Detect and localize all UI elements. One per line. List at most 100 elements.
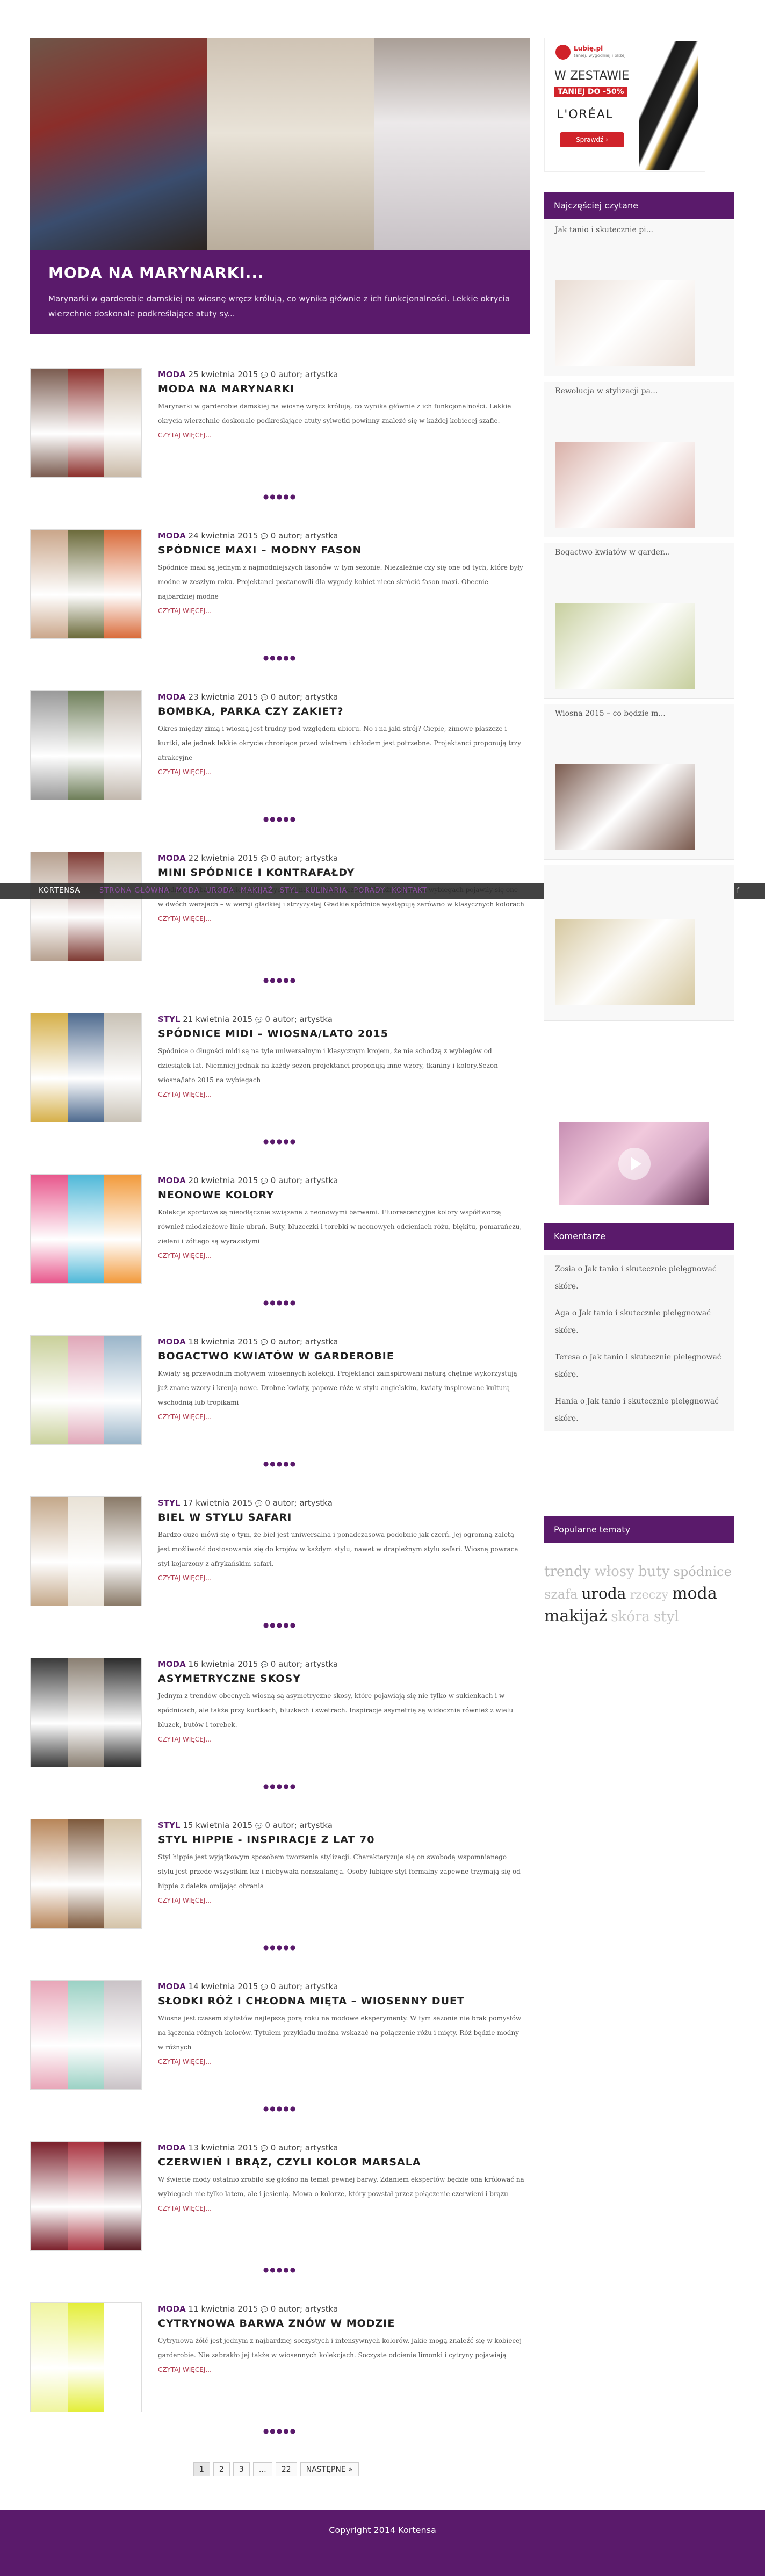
tag-link[interactable]: buty: [638, 1564, 670, 1580]
tag-link[interactable]: rzeczy: [630, 1588, 668, 1602]
tag-link[interactable]: uroda: [582, 1585, 626, 1602]
post-comment-count[interactable]: 0: [271, 2304, 276, 2314]
post-thumbnail[interactable]: [30, 2302, 142, 2412]
nav-item[interactable]: PORADY: [353, 887, 385, 895]
tag-link[interactable]: styl: [654, 1609, 679, 1625]
comment-item[interactable]: Aga o Jak tanio i skutecznie pielęgnować…: [544, 1299, 734, 1343]
nav-item[interactable]: KULINARIA: [305, 887, 347, 895]
recent-post-item[interactable]: Wiosna 2015 – co będzie m...: [544, 704, 734, 860]
post-title[interactable]: STYL HIPPIE - INSPIRACJE Z LAT 70: [158, 1834, 524, 1846]
hero-title[interactable]: MODA NA MARYNARKI...: [48, 264, 511, 282]
post-thumbnail[interactable]: [30, 2141, 142, 2251]
post-category[interactable]: MODA: [158, 531, 186, 541]
post-title[interactable]: SŁODKI RÓŻ I CHŁODNA MIĘTA – WIOSENNY DU…: [158, 1995, 524, 2007]
read-more-link[interactable]: CZYTAJ WIĘCEJ...: [158, 1413, 212, 1421]
nav-item[interactable]: MAKIJAŻ: [241, 887, 273, 895]
video-embed[interactable]: [559, 1122, 709, 1205]
post-thumbnail[interactable]: [30, 852, 142, 961]
post-author[interactable]: autor; artystka: [273, 1014, 333, 1024]
post-author[interactable]: autor; artystka: [278, 370, 338, 379]
post-title[interactable]: MINI SPÓDNICE I KONTRAFAŁDY: [158, 867, 524, 879]
comment-item[interactable]: Zosia o Jak tanio i skutecznie pielęgnow…: [544, 1255, 734, 1299]
post-title[interactable]: CYTRYNOWA BARWA ZNÓW W MODZIE: [158, 2318, 524, 2329]
post-author[interactable]: autor; artystka: [278, 2143, 338, 2153]
recent-post-image[interactable]: [555, 442, 695, 528]
recent-post-item[interactable]: Jak tanio i skutecznie pi...: [544, 220, 734, 376]
recent-post-item[interactable]: Bogactwo kwiatów w garder...: [544, 543, 734, 699]
post-comment-count[interactable]: 0: [271, 2143, 276, 2153]
page-link[interactable]: 3: [233, 2462, 250, 2476]
read-more-link[interactable]: CZYTAJ WIĘCEJ...: [158, 607, 212, 615]
post-comment-count[interactable]: 0: [271, 1659, 276, 1669]
tag-link[interactable]: makijaż: [544, 1607, 607, 1625]
post-category[interactable]: STYL: [158, 1014, 180, 1024]
post-author[interactable]: autor; artystka: [278, 853, 338, 863]
nav-item[interactable]: URODA: [206, 887, 234, 895]
post-title[interactable]: NEONOWE KOLORY: [158, 1189, 524, 1201]
read-more-link[interactable]: CZYTAJ WIĘCEJ...: [158, 1091, 212, 1098]
post-author[interactable]: autor; artystka: [273, 1821, 333, 1830]
read-more-link[interactable]: CZYTAJ WIĘCEJ...: [158, 431, 212, 439]
post-thumbnail[interactable]: [30, 368, 142, 478]
nav-item[interactable]: STRONA GŁÓWNA: [99, 887, 169, 895]
post-comment-count[interactable]: 0: [271, 1337, 276, 1347]
next-page-button[interactable]: NASTĘPNE »: [300, 2462, 359, 2476]
post-title[interactable]: CZERWIEŃ I BRĄZ, CZYLI KOLOR MARSALA: [158, 2156, 524, 2168]
post-title[interactable]: BIEL W STYLU SAFARI: [158, 1512, 524, 1523]
post-category[interactable]: MODA: [158, 370, 186, 379]
post-author[interactable]: autor; artystka: [278, 1982, 338, 1991]
recent-post-title[interactable]: Jak tanio i skutecznie pi...: [544, 220, 734, 244]
post-thumbnail[interactable]: [30, 1496, 142, 1606]
post-comment-count[interactable]: 0: [265, 1498, 270, 1508]
post-category[interactable]: STYL: [158, 1498, 180, 1508]
read-more-link[interactable]: CZYTAJ WIĘCEJ...: [158, 915, 212, 923]
tag-link[interactable]: włosy: [594, 1564, 634, 1580]
post-category[interactable]: MODA: [158, 1659, 186, 1669]
post-comment-count[interactable]: 0: [271, 1176, 276, 1185]
post-comment-count[interactable]: 0: [271, 692, 276, 702]
play-icon[interactable]: [618, 1148, 651, 1180]
post-category[interactable]: MODA: [158, 2143, 186, 2153]
post-thumbnail[interactable]: [30, 1174, 142, 1284]
hero-slider[interactable]: MODA NA MARYNARKI... Marynarki w gardero…: [30, 38, 530, 334]
post-title[interactable]: BOGACTWO KWIATÓW W GARDEROBIE: [158, 1350, 524, 1362]
post-author[interactable]: autor; artystka: [278, 1176, 338, 1185]
hero-caption[interactable]: MODA NA MARYNARKI... Marynarki w gardero…: [30, 250, 530, 334]
ad-check-button[interactable]: Sprawdź ›: [560, 132, 624, 147]
post-title[interactable]: SPÓDNICE MAXI – MODNY FASON: [158, 544, 524, 556]
facebook-icon[interactable]: f: [737, 887, 739, 895]
post-comment-count[interactable]: 0: [271, 853, 276, 863]
nav-item[interactable]: STYL: [280, 887, 299, 895]
page-link[interactable]: 1: [193, 2462, 210, 2476]
post-author[interactable]: autor; artystka: [278, 1337, 338, 1347]
post-thumbnail[interactable]: [30, 1335, 142, 1445]
post-thumbnail[interactable]: [30, 1980, 142, 2090]
page-link[interactable]: 2: [213, 2462, 230, 2476]
read-more-link[interactable]: CZYTAJ WIĘCEJ...: [158, 1897, 212, 1904]
sidebar-ad[interactable]: Lubię.pl taniej, wygodniej i bliżej W ZE…: [544, 38, 705, 172]
tag-link[interactable]: skóra: [611, 1609, 650, 1625]
post-title[interactable]: BOMBKA, PARKA CZY ZAKIET?: [158, 706, 524, 717]
comment-item[interactable]: Teresa o Jak tanio i skutecznie pielęgno…: [544, 1343, 734, 1387]
read-more-link[interactable]: CZYTAJ WIĘCEJ...: [158, 1736, 212, 1743]
post-author[interactable]: autor; artystka: [278, 1659, 338, 1669]
tag-link[interactable]: spódnice: [674, 1564, 732, 1579]
post-author[interactable]: autor; artystka: [273, 1498, 333, 1508]
nav-item[interactable]: MODA: [176, 887, 199, 895]
post-author[interactable]: autor; artystka: [278, 692, 338, 702]
tag-link[interactable]: szafa: [544, 1587, 578, 1602]
post-comment-count[interactable]: 0: [265, 1821, 270, 1830]
tag-link[interactable]: moda: [672, 1584, 717, 1603]
recent-post-item[interactable]: Rewolucja w stylizacji pa...: [544, 382, 734, 537]
post-category[interactable]: MODA: [158, 853, 186, 863]
post-thumbnail[interactable]: [30, 1819, 142, 1929]
post-comment-count[interactable]: 0: [271, 370, 276, 379]
nav-brand[interactable]: KORTENSA: [39, 883, 80, 899]
tag-link[interactable]: trendy: [544, 1564, 590, 1580]
recent-post-image[interactable]: [555, 919, 695, 1005]
read-more-link[interactable]: CZYTAJ WIĘCEJ...: [158, 1252, 212, 1260]
comment-item[interactable]: Hania o Jak tanio i skutecznie pielęgnow…: [544, 1387, 734, 1431]
post-author[interactable]: autor; artystka: [278, 531, 338, 541]
recent-post-title[interactable]: Wiosna 2015 – co będzie m...: [544, 704, 734, 728]
recent-post-image[interactable]: [555, 280, 695, 366]
